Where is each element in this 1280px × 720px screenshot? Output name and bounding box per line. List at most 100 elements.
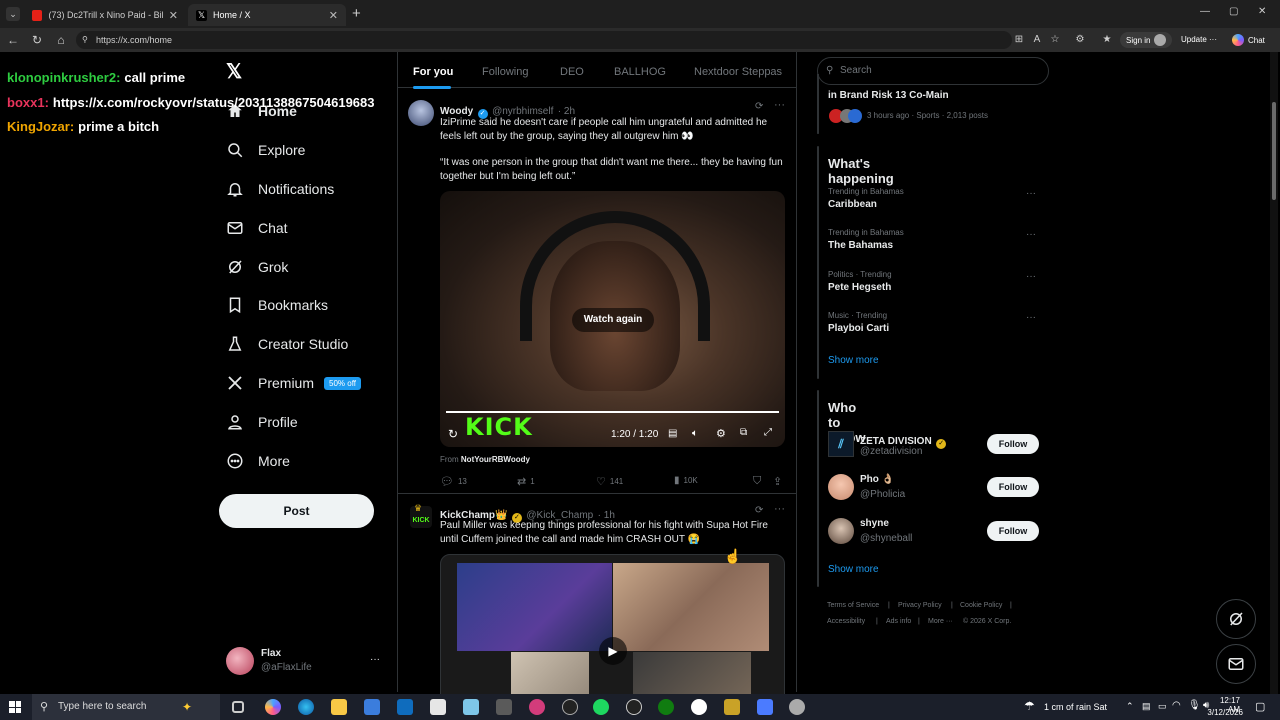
- nav-explore[interactable]: Explore: [226, 137, 305, 163]
- edge-icon[interactable]: [298, 699, 314, 715]
- watch-again-button[interactable]: Watch again: [572, 308, 654, 332]
- task-view-icon[interactable]: [232, 701, 244, 713]
- volume-icon[interactable]: 🔈︎: [692, 428, 698, 439]
- close-window-icon[interactable]: ✕: [1258, 6, 1266, 17]
- extensions-icon[interactable]: ⚙: [1074, 34, 1086, 46]
- close-tab-icon[interactable]: ✕: [169, 9, 178, 22]
- tray-overflow-icon[interactable]: ⌃: [1126, 701, 1134, 712]
- footer-accessibility[interactable]: Accessibility: [827, 618, 865, 625]
- video-player[interactable]: ▶: [440, 554, 785, 694]
- video-progress-track[interactable]: [446, 411, 779, 413]
- settings-icon[interactable]: ⚙: [716, 427, 726, 440]
- account-name[interactable]: shyne: [860, 518, 889, 529]
- browser-tab-x[interactable]: 𝕏 Home / X ✕: [188, 4, 346, 26]
- nav-creator-studio[interactable]: Creator Studio: [226, 331, 348, 357]
- nav-profile[interactable]: Profile: [226, 409, 298, 435]
- follow-button[interactable]: Follow: [987, 477, 1039, 497]
- file-explorer-icon[interactable]: [331, 699, 347, 715]
- store-icon[interactable]: [364, 699, 380, 715]
- xbox-icon[interactable]: [658, 699, 674, 715]
- views-button[interactable]: ▮ 10K: [674, 475, 698, 486]
- new-tab-button[interactable]: +: [352, 5, 361, 22]
- fullscreen-icon[interactable]: ⤢: [764, 427, 772, 438]
- grok-floating-button[interactable]: [1216, 599, 1256, 639]
- app-available-icon[interactable]: ⊞: [1013, 34, 1025, 46]
- weather-icon[interactable]: ☂: [1024, 699, 1035, 713]
- nav-grok[interactable]: Grok: [226, 254, 288, 280]
- maximize-icon[interactable]: ▢: [1229, 6, 1238, 17]
- bookmark-button[interactable]: ⛉: [753, 475, 761, 488]
- trend-item[interactable]: Caribbean: [828, 199, 877, 210]
- outlook-icon[interactable]: [397, 699, 413, 715]
- nav-more[interactable]: More: [226, 448, 290, 474]
- popout-icon[interactable]: ⧉: [740, 427, 747, 438]
- sign-in-button[interactable]: Sign in: [1120, 32, 1172, 48]
- app-icon[interactable]: [724, 699, 740, 715]
- wifi-icon[interactable]: ◠: [1172, 700, 1181, 711]
- nav-bookmarks[interactable]: Bookmarks: [226, 292, 328, 318]
- more-dots-icon[interactable]: ···: [774, 99, 785, 111]
- more-dots-icon[interactable]: ···: [774, 503, 785, 515]
- account-name[interactable]: Pho 👌🏼: [860, 474, 894, 485]
- post-button[interactable]: Post: [219, 494, 374, 528]
- avatar[interactable]: [828, 474, 854, 500]
- browser-tab-youtube[interactable]: (73) Dc2Trill x Nino Paid - Billy & I ✕: [24, 4, 186, 26]
- trend-item[interactable]: The Bahamas: [828, 240, 893, 251]
- footer-cookie[interactable]: Cookie Policy: [960, 602, 1002, 609]
- nav-premium[interactable]: Premium 50% off: [226, 370, 361, 396]
- clock-date[interactable]: 3/12/2026: [1203, 708, 1243, 717]
- app-icon[interactable]: [626, 699, 642, 715]
- grok-analyze-icon[interactable]: ⟳: [755, 505, 763, 516]
- taskbar-search[interactable]: ⚲ Type here to search ✦: [32, 694, 220, 720]
- search-input[interactable]: ⚲ Search: [817, 57, 1049, 85]
- more-dots-icon[interactable]: ···: [1026, 229, 1036, 240]
- footer-ads-info[interactable]: Ads info: [886, 618, 911, 625]
- notifications-icon[interactable]: ▢: [1255, 700, 1265, 713]
- follow-button[interactable]: Follow: [987, 521, 1039, 541]
- more-dots-icon[interactable]: ···: [1026, 188, 1036, 199]
- avatar[interactable]: [408, 100, 434, 126]
- nav-chat[interactable]: Chat: [226, 215, 288, 241]
- footer-terms[interactable]: Terms of Service: [827, 602, 879, 609]
- tweet[interactable]: Woody ✓ @nyrbhimself · 2h ⟳ ··· IziPrime…: [398, 94, 796, 494]
- live-event-card[interactable]: in Brand Risk 13 Co-Main 3 hours ago · S…: [817, 74, 988, 134]
- replay-icon[interactable]: ↻: [448, 427, 458, 441]
- footer-privacy[interactable]: Privacy Policy: [898, 602, 942, 609]
- repost-button[interactable]: ⇄ 1: [517, 475, 535, 488]
- reply-button[interactable]: 💬︎ 13: [440, 475, 467, 488]
- windows-start-icon[interactable]: [9, 701, 21, 713]
- like-button[interactable]: ♡ 141: [596, 475, 623, 488]
- back-icon[interactable]: ←: [6, 33, 20, 47]
- tab-deo[interactable]: DEO: [560, 66, 584, 78]
- app-icon[interactable]: [789, 699, 805, 715]
- more-dots-icon[interactable]: ···: [370, 654, 380, 665]
- app-icon[interactable]: [562, 699, 578, 715]
- tab-following[interactable]: Following: [482, 66, 528, 78]
- app-icon[interactable]: [496, 699, 512, 715]
- home-browser-icon[interactable]: ⌂: [54, 33, 68, 47]
- tab-for-you[interactable]: For you: [413, 66, 453, 78]
- scrollbar[interactable]: [1270, 52, 1278, 694]
- favorite-star-icon[interactable]: ☆: [1049, 34, 1061, 46]
- spotify-icon[interactable]: [593, 699, 609, 715]
- tab-ballhog[interactable]: BALLHOG: [614, 66, 666, 78]
- tab-list-button[interactable]: ⌄: [6, 7, 20, 21]
- follow-button[interactable]: Follow: [987, 434, 1039, 454]
- grok-analyze-icon[interactable]: ⟳: [755, 101, 763, 112]
- battery-icon[interactable]: ▭: [1158, 701, 1167, 712]
- share-button[interactable]: ⇪: [773, 475, 782, 488]
- copilot-icon[interactable]: [265, 699, 281, 715]
- tab-nextdoor-steppas[interactable]: Nextdoor Steppas: [694, 66, 782, 78]
- notepad-icon[interactable]: [430, 699, 446, 715]
- minimize-icon[interactable]: —: [1200, 6, 1210, 17]
- favorites-icon[interactable]: ★: [1101, 34, 1113, 46]
- video-player[interactable]: Watch again KICK ↻ 1:20 / 1:20 ▤ 🔈︎ ⚙ ⧉ …: [440, 191, 785, 447]
- update-button[interactable]: Update ···: [1176, 32, 1224, 48]
- site-info-icon[interactable]: ⚲: [82, 31, 88, 49]
- reload-icon[interactable]: ↻: [30, 33, 44, 47]
- avatar[interactable]: ⫽: [828, 431, 854, 457]
- mic-icon[interactable]: 🎙︎: [1188, 700, 1201, 711]
- weather-text[interactable]: 1 cm of rain Sat: [1044, 702, 1107, 712]
- read-aloud-icon[interactable]: A: [1031, 34, 1043, 46]
- trend-item[interactable]: Playboi Carti: [828, 323, 889, 334]
